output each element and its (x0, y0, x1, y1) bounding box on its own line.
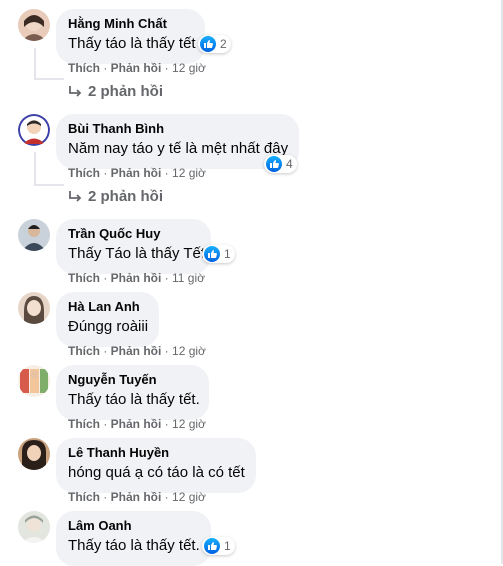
thread-line (34, 184, 64, 186)
like-count: 1 (224, 539, 231, 553)
comment-bubble: Trần Quốc Huy Thấy Táo là thấy Tết (56, 219, 211, 274)
timestamp[interactable]: 12 giờ (172, 166, 206, 180)
timestamp[interactable]: 12 giờ (172, 61, 206, 75)
comment-text: Đúngg roàiii (68, 318, 149, 335)
comment-bubble: Bùi Thanh Bình Năm nay táo y tế là mệt n… (56, 114, 299, 169)
like-icon (204, 538, 220, 554)
timestamp[interactable]: 12 giờ (172, 417, 206, 431)
avatar[interactable] (18, 365, 50, 397)
like-link[interactable]: Thích (68, 490, 100, 504)
like-link[interactable]: Thích (68, 344, 100, 358)
timestamp[interactable]: 12 giờ (172, 490, 206, 504)
like-link[interactable]: Thích (68, 166, 100, 180)
comment-bubble: Hà Lan Anh Đúngg roàiii (56, 292, 159, 347)
reaction-count[interactable]: 1 (202, 245, 235, 263)
comment-actions: Thích · Phản hồi · 12 giờ (68, 490, 206, 504)
comment-actions: Thích · Phản hồi · 11 giờ (68, 271, 206, 285)
like-count: 4 (286, 157, 293, 171)
comment-bubble: Lâm Oanh Thấy táo là thấy tết. (56, 511, 211, 566)
avatar[interactable] (18, 114, 50, 146)
like-icon (204, 246, 220, 262)
avatar[interactable] (18, 219, 50, 251)
reaction-count[interactable]: 2 (198, 35, 231, 53)
comment-bubble: Lê Thanh Huyền hóng quá ạ có táo là có t… (56, 438, 256, 493)
comment-author[interactable]: Lâm Oanh (68, 518, 199, 534)
like-icon (266, 156, 282, 172)
like-link[interactable]: Thích (68, 61, 100, 75)
avatar[interactable] (18, 292, 50, 324)
comment-author[interactable]: Nguyễn Tuyến (68, 372, 197, 388)
reply-link[interactable]: Phản hồi (111, 344, 162, 358)
comment-text: Thấy táo là thấy tết. (68, 391, 200, 408)
reply-link[interactable]: Phản hồi (111, 271, 162, 285)
comment-actions: Thích · Phản hồi · 12 giờ (68, 61, 206, 75)
timestamp[interactable]: 11 giờ (172, 271, 205, 285)
comment-author[interactable]: Hà Lan Anh (68, 299, 147, 315)
comment-author[interactable]: Hằng Minh Chất (68, 16, 193, 32)
comment-bubble: Nguyễn Tuyến Thấy táo là thấy tết. (56, 365, 209, 420)
avatar[interactable] (18, 438, 50, 470)
like-count: 1 (224, 247, 231, 261)
reply-link[interactable]: Phản hồi (111, 61, 162, 75)
timestamp[interactable]: 12 giờ (172, 344, 206, 358)
like-count: 2 (220, 37, 227, 51)
replies-count: 2 phản hồi (88, 188, 163, 205)
like-link[interactable]: Thích (68, 417, 100, 431)
avatar[interactable] (18, 511, 50, 543)
thread-line (34, 48, 36, 80)
comment-author[interactable]: Bùi Thanh Bình (68, 121, 287, 137)
comment-author[interactable]: Lê Thanh Huyền (68, 445, 244, 461)
thread-line (34, 152, 36, 186)
comment-text: Thấy táo là thấy tết. (68, 537, 200, 554)
comment-actions: Thích · Phản hồi · 12 giờ (68, 417, 206, 431)
view-replies-button[interactable]: 2 phản hồi (68, 83, 163, 100)
reaction-count[interactable]: 1 (202, 537, 235, 555)
replies-count: 2 phản hồi (88, 83, 163, 100)
reply-link[interactable]: Phản hồi (111, 166, 162, 180)
reply-link[interactable]: Phản hồi (111, 417, 162, 431)
comment-actions: Thích · Phản hồi · 12 giờ (68, 344, 206, 358)
view-replies-button[interactable]: 2 phản hồi (68, 188, 163, 205)
thread-line (34, 78, 64, 80)
comment-author[interactable]: Trần Quốc Huy (68, 226, 199, 242)
comment-text: Thấy Táo là thấy Tết (68, 245, 206, 262)
comment-text: Thấy táo là thấy tết (68, 35, 196, 52)
reply-arrow-icon (69, 85, 82, 97)
reply-link[interactable]: Phản hồi (111, 490, 162, 504)
comment-actions: Thích · Phản hồi · 12 giờ (68, 166, 206, 180)
comment-text: Năm nay táo y tế là mệt nhất đây (68, 140, 289, 157)
avatar[interactable] (18, 9, 50, 41)
comment-bubble: Hằng Minh Chất Thấy táo là thấy tết (56, 9, 205, 64)
reaction-count[interactable]: 4 (264, 155, 297, 173)
reply-arrow-icon (69, 190, 82, 202)
comment-text: hóng quá ạ có táo là có tết (68, 464, 245, 481)
like-link[interactable]: Thích (68, 271, 100, 285)
like-icon (200, 36, 216, 52)
